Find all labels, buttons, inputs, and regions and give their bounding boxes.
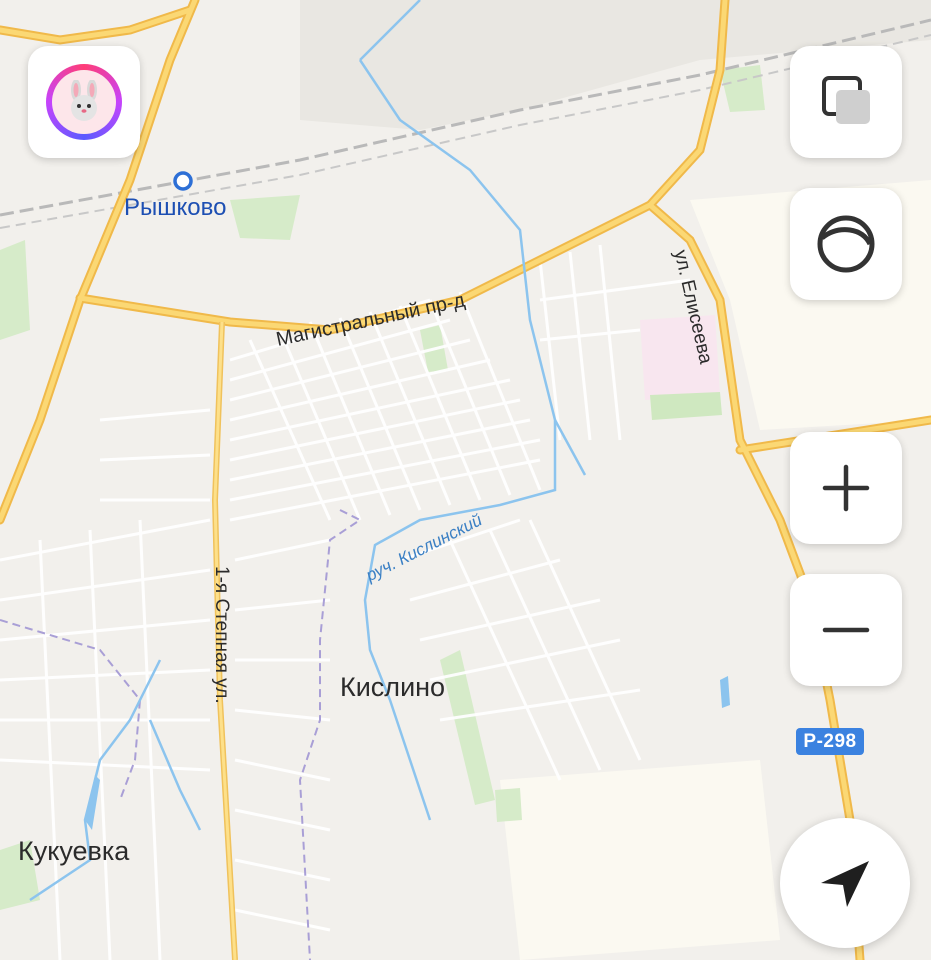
profile-button[interactable] [28,46,140,158]
compass-button[interactable] [790,188,902,300]
bunny-avatar-icon [46,64,122,140]
station-marker[interactable] [173,171,193,191]
place-label-station: Рышково [124,194,227,221]
navigation-arrow-icon [821,861,869,907]
layers-button[interactable] [790,46,902,158]
route-shield-p298: Р-298 [796,728,864,755]
street-label-stepnaya: 1-я Степная ул. [211,566,232,704]
locate-button[interactable] [780,818,910,948]
minus-icon [822,627,870,633]
zoom-in-button[interactable] [790,432,902,544]
zoom-out-button[interactable] [790,574,902,686]
place-label-kislino: Кислино [340,672,446,702]
place-label-kukuevka: Кукуевка [18,836,130,866]
layers-icon [822,76,870,124]
plus-icon [822,464,870,512]
compass-icon [817,215,875,273]
